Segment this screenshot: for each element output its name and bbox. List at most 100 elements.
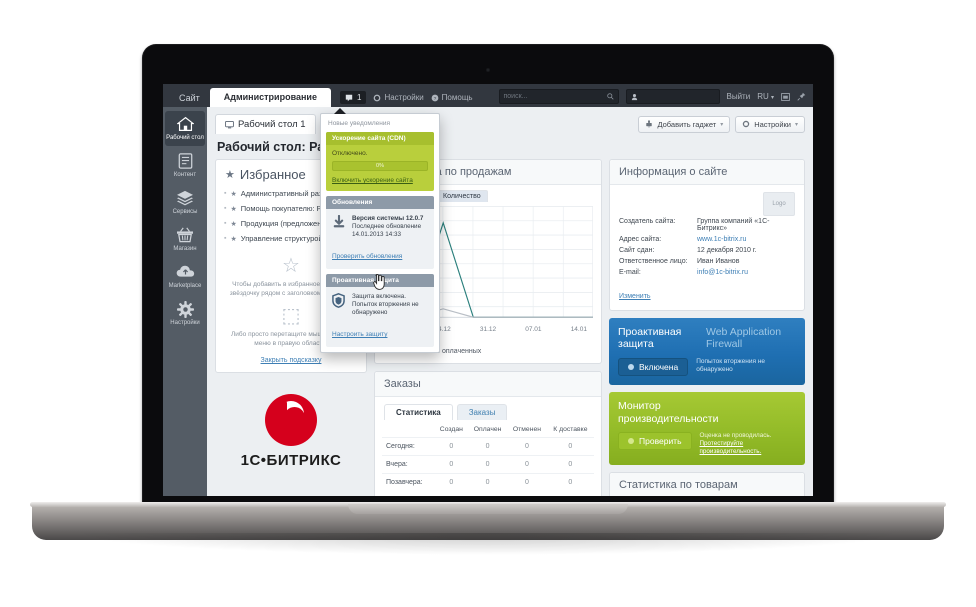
search-input[interactable]: поиск... [498,89,619,104]
updates-detail-line2: 14.01.2013 14:33 [352,231,402,238]
info-key: Создатель сайта: [619,218,676,225]
notifications-count: 1 [356,93,362,102]
column-header: Создан [439,426,463,433]
search-icon[interactable] [606,93,614,100]
proactive-title-line1: Проактивная [618,326,682,338]
defense-footer: Настроить защиту [326,323,434,347]
notifications-button[interactable]: 1 [339,91,367,104]
sidebar-item-settings[interactable]: Настройки [165,296,205,331]
desktop-actions: Добавить гаджет ▾ Настройки ▾ [638,115,805,133]
gear-icon [373,94,381,102]
window-icon[interactable] [781,92,790,101]
performance-title-line1: Монитор [618,400,661,412]
star-icon: ★ [230,190,237,198]
topnav-help[interactable]: ? Помощь [431,93,473,102]
desktop-tab-1[interactable]: Рабочий стол 1 [215,114,316,134]
bullet-icon: ▪ [224,235,227,242]
proactive-title: Проактивная защита [618,326,698,350]
x-tick: 07.01 [525,326,542,333]
gadget-icon [645,120,653,128]
tab-quantity[interactable]: Количество [436,190,488,202]
info-value-link[interactable]: www.1c-bitrix.ru [697,234,795,245]
logout-link[interactable]: Выйти [727,92,751,101]
language-selector[interactable]: RU ▾ [757,92,774,101]
sidebar-item-label: Настройки [170,320,200,326]
proactive-note-line2: обнаружено [696,366,733,373]
column-header: Отменен [512,426,541,433]
info-key: E-mail: [619,269,641,276]
info-value: 12 декабря 2010 г. [697,247,757,254]
favorites-title-label: Избранное [239,167,306,182]
proactive-note-line1: Попыток вторжения не [696,358,766,365]
info-key: Ответственное лицо: [619,258,688,265]
site-info-edit-link[interactable]: Изменить [619,293,651,300]
site-info-title: Информация о сайте [610,160,804,185]
cell: 0 [507,437,547,456]
page-header: Рабочий стол: Рабочий стол 1 [207,137,813,159]
site-url-link[interactable]: www.1c-bitrix.ru [697,236,746,243]
performance-check-button[interactable]: Проверить [618,432,692,450]
defense-status: Защита включена. [352,293,407,300]
sidebar-item-label: Marketplace [168,283,202,289]
table-row: Сайт сдан: 12 декабря 2010 г. [619,245,795,256]
desktop-settings-button[interactable]: Настройки ▾ [735,115,805,133]
goods-stats-title: Статистика по товарам [610,473,804,496]
pin-icon[interactable] [797,92,806,101]
laptop-base-notch [348,504,628,514]
sidebar-item-marketplace[interactable]: Marketplace [165,259,205,294]
check-updates-link[interactable]: Проверить обновления [332,253,402,260]
site-info-table: Создатель сайта: Группа компаний «1С-Бит… [619,216,795,278]
svg-text:?: ? [433,95,436,101]
sidebar-item-desktop[interactable]: Рабочий стол [165,111,205,146]
add-gadget-button[interactable]: Добавить гаджет ▾ [638,115,731,133]
sidebar-item-store[interactable]: Магазин [165,222,205,257]
site-info-card: Информация о сайте Logo Создатель сайта:… [609,159,805,311]
proactive-status-badge[interactable]: Включена [618,358,689,376]
configure-defense-link[interactable]: Настроить защиту [332,331,387,338]
layers-icon [165,190,205,207]
chevron-down-icon: ▾ [720,121,724,128]
cdn-enable-link[interactable]: Включить ускорение сайта [332,177,428,184]
search-placeholder: поиск... [503,93,528,100]
user-menu[interactable] [625,89,720,104]
home-icon [165,116,205,133]
tab-administration[interactable]: Администрирование [209,88,331,107]
cdn-header: Ускорение сайта (CDN) [326,132,434,145]
table-row: Адрес сайта: www.1c-bitrix.ru [619,234,795,245]
performance-test-link-line1[interactable]: Протестируйте [700,440,744,447]
topbar-right: поиск... Выйти RU ▾ [498,89,814,107]
sidebar-item-content[interactable]: Контент [165,148,205,183]
cell: 0 [434,455,469,474]
sidebar-item-services[interactable]: Сервисы [165,185,205,220]
star-icon: ★ [225,169,235,181]
row-label: Позавчера: [382,473,435,491]
defense-detail-line2: обнаружено [352,309,388,316]
screen: Сайт Администрирование 1 Настройки ? Пом… [163,84,813,496]
proactive-status-label: Включена [639,362,679,372]
star-icon: ★ [230,220,237,228]
tab-statistics[interactable]: Статистика [384,404,453,420]
basket-icon [165,227,205,244]
row-label: Сегодня: [382,437,435,456]
performance-test-link-line2[interactable]: производительность. [700,448,762,455]
column-header [382,422,435,438]
notifications-popup-title: Новые уведомления [328,120,390,127]
tab-site[interactable]: Сайт [169,90,210,107]
orders-card: Заказы Статистика Заказы Создан Оплачен … [374,371,602,496]
site-email-link[interactable]: info@1c-bitrix.ru [697,269,748,276]
add-gadget-label: Добавить гаджет [657,119,717,129]
gear-icon [742,120,750,128]
info-value-link[interactable]: info@1c-bitrix.ru [697,267,795,278]
proactive-subtitle: Web Application Firewall [706,326,781,350]
cdn-progress-bar: 0% [332,161,428,171]
main-content: Рабочий стол 1 Добавить рабочий стол [207,107,813,496]
bullet-icon: ▪ [224,220,227,227]
sidebar-item-label: Магазин [173,246,197,252]
proactive-defense-panel: Проактивная защита Web Application Firew… [609,318,805,385]
tab-orders[interactable]: Заказы [456,404,508,420]
page-title: Рабочий стол: Рабочий стол 1 [217,140,404,154]
topnav-settings[interactable]: Настройки [373,93,424,102]
bitrix-logo-text: 1С•БИТРИКС [240,452,342,469]
desktop-tab-label: Рабочий стол 1 [238,119,306,130]
close-hint-link[interactable]: Закрыть подсказку [226,357,356,364]
